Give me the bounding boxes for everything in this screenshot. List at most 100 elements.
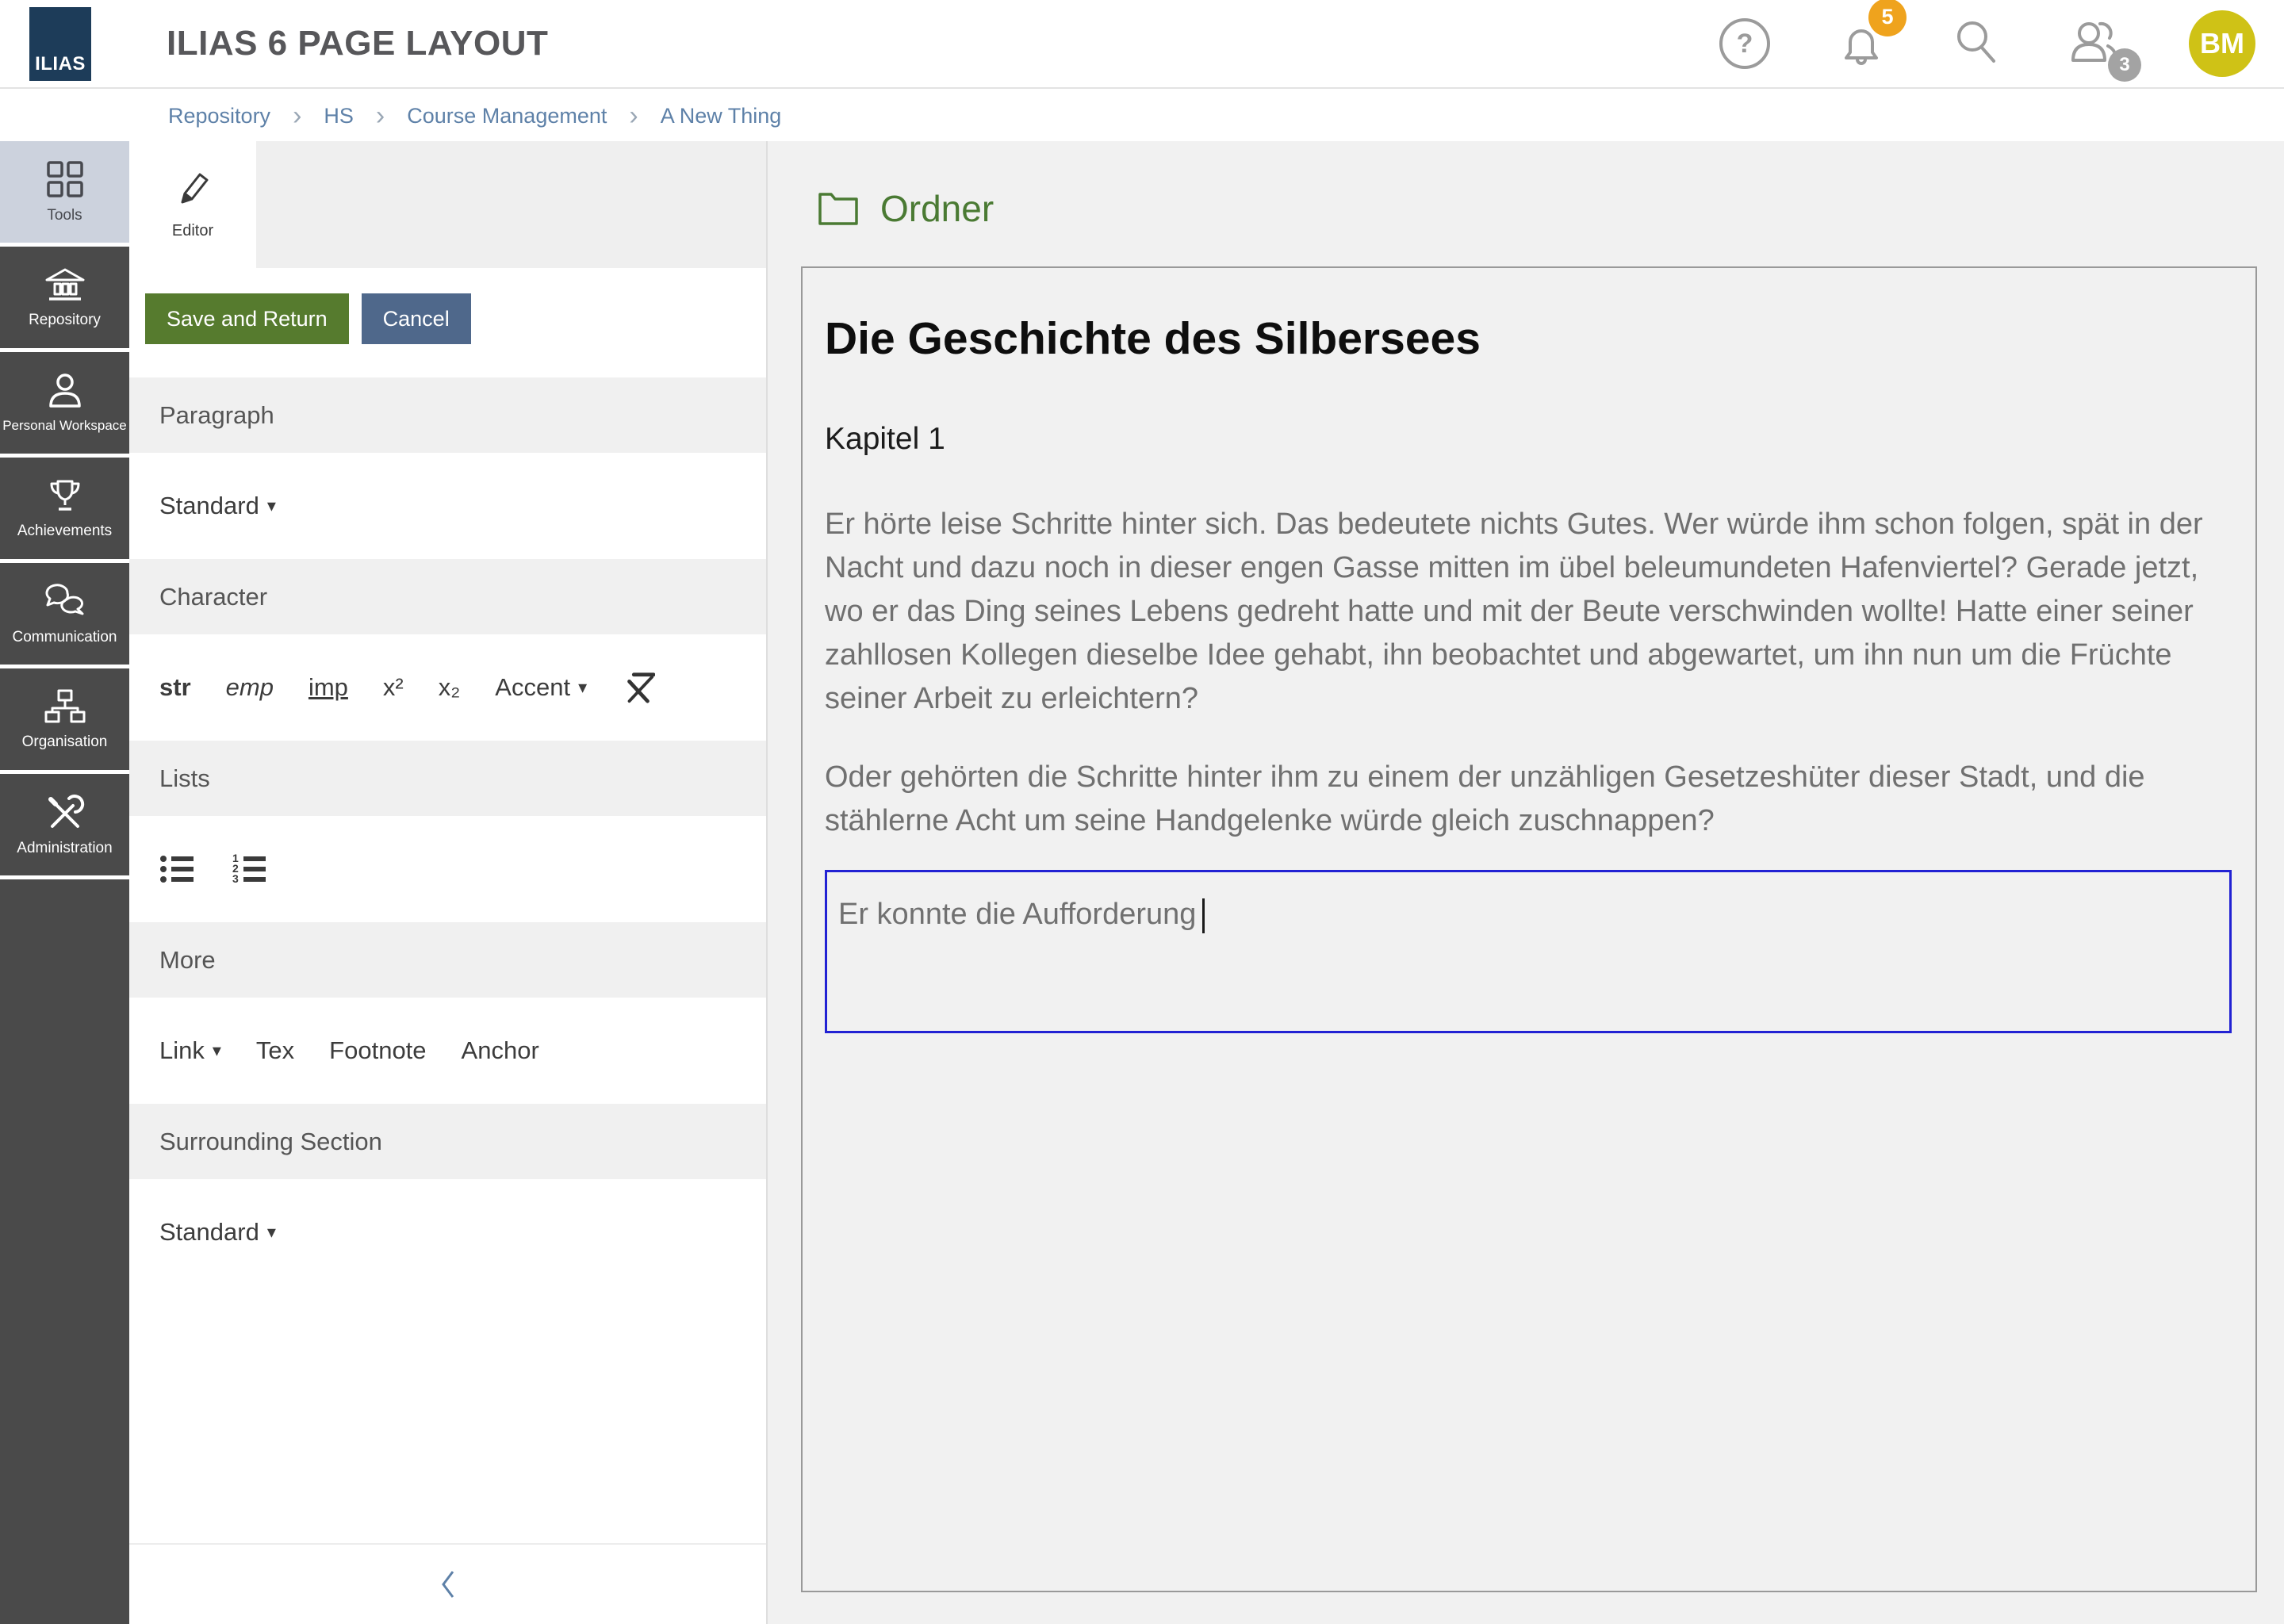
pencil-icon [174, 170, 211, 210]
paragraph-block-1[interactable]: Er hörte leise Schritte hinter sich. Das… [825, 503, 2232, 721]
crossed-tools-icon [44, 793, 86, 831]
chevron-right-icon: › [376, 102, 385, 129]
object-title: Ordner [880, 187, 994, 230]
help-icon: ? [1719, 18, 1770, 69]
collapse-panel-button[interactable] [129, 1543, 766, 1624]
chevron-left-icon [437, 1567, 459, 1602]
page-content-box: Die Geschichte des Silbersees Kapitel 1 … [801, 266, 2257, 1592]
chevron-down-icon: ▾ [578, 677, 587, 698]
contacts-badge: 3 [2108, 48, 2141, 82]
breadcrumb-repository[interactable]: Repository [168, 104, 270, 128]
avatar[interactable]: BM [2189, 10, 2255, 77]
anchor-button[interactable]: Anchor [462, 1036, 539, 1065]
search-icon [1953, 18, 2000, 70]
sidebar-item-organisation[interactable]: Organisation [0, 668, 129, 774]
editing-text: Er konnte die Aufforderung [838, 898, 1196, 931]
superscript-button[interactable]: x² [383, 673, 404, 702]
sidebar-item-label: Achievements [17, 523, 112, 540]
link-dropdown[interactable]: Link ▾ [159, 1036, 221, 1065]
contacts-button[interactable]: 3 [2067, 17, 2122, 71]
main-sidebar: Tools Repository [0, 141, 129, 1624]
section-character-header: Character [129, 559, 766, 634]
sidebar-item-label: Administration [17, 840, 112, 857]
strong-button[interactable]: str [159, 673, 191, 702]
help-button[interactable]: ? [1719, 18, 1770, 69]
active-edit-area[interactable]: Er konnte die Aufforderung [825, 870, 2232, 1033]
chevron-down-icon: ▾ [267, 496, 276, 516]
sidebar-item-label: Repository [29, 312, 101, 329]
subscript-button[interactable]: x₂ [439, 673, 461, 702]
editor-tab-bar: Editor [129, 141, 766, 268]
grid-icon [46, 160, 84, 198]
surrounding-style-dropdown[interactable]: Standard ▾ [159, 1218, 276, 1247]
important-button[interactable]: imp [308, 673, 348, 702]
top-bar: ILIAS ILIAS 6 PAGE LAYOUT ? 5 [0, 0, 2284, 89]
chevron-down-icon: ▾ [213, 1040, 221, 1061]
accent-dropdown[interactable]: Accent ▾ [495, 673, 587, 702]
person-icon [44, 373, 86, 409]
emphasis-button[interactable]: emp [226, 673, 274, 702]
tab-editor-label: Editor [172, 222, 213, 240]
numbered-list-button[interactable]: 1 2 3 [232, 852, 272, 886]
section-more-body: Link ▾ Tex Footnote Anchor [129, 998, 766, 1104]
search-button[interactable] [1953, 18, 2000, 70]
object-title-row: Ordner [817, 187, 2284, 230]
sidebar-item-label: Tools [47, 207, 82, 224]
sidebar-item-administration[interactable]: Administration [0, 774, 129, 879]
notification-badge: 5 [1868, 0, 1907, 36]
save-and-return-button[interactable]: Save and Return [145, 293, 349, 344]
breadcrumb: Repository › HS › Course Management › A … [0, 90, 2284, 141]
link-label: Link [159, 1036, 205, 1065]
cancel-button[interactable]: Cancel [362, 293, 471, 344]
section-lists-body: 1 2 3 [129, 816, 766, 922]
ilias-app: ILIAS ILIAS 6 PAGE LAYOUT ? 5 [0, 0, 2284, 1624]
page-heading: Die Geschichte des Silbersees [825, 312, 2232, 365]
ilias-logo: ILIAS [29, 7, 91, 81]
bullet-list-button[interactable] [159, 852, 197, 886]
sidebar-item-label: Organisation [22, 733, 108, 751]
trophy-icon [44, 477, 86, 514]
sidebar-filler [0, 879, 129, 1624]
breadcrumb-a-new-thing[interactable]: A New Thing [661, 104, 782, 128]
editor-actions: Save and Return Cancel [145, 293, 766, 344]
numbered-list-icon: 1 2 3 [232, 852, 272, 886]
tab-editor[interactable]: Editor [129, 141, 256, 268]
notifications-button[interactable]: 5 [1837, 17, 1886, 71]
section-character-body: str emp imp x² x₂ Accent ▾ [129, 634, 766, 741]
breadcrumb-course-management[interactable]: Course Management [407, 104, 607, 128]
paragraph-style-value: Standard [159, 492, 259, 520]
bullet-list-icon [159, 852, 197, 886]
section-surrounding-header: Surrounding Section [129, 1104, 766, 1179]
page-title: ILIAS 6 PAGE LAYOUT [167, 24, 548, 63]
paragraph-block-2[interactable]: Oder gehörten die Schritte hinter ihm zu… [825, 756, 2232, 843]
paragraph-style-dropdown[interactable]: Standard ▾ [159, 492, 276, 520]
accent-label: Accent [495, 673, 570, 702]
workspace: Ordner Die Geschichte des Silbersees Kap… [768, 141, 2284, 1624]
section-paragraph-body: Standard ▾ [129, 453, 766, 559]
breadcrumb-hs[interactable]: HS [324, 104, 354, 128]
sidebar-item-tools[interactable]: Tools [0, 141, 129, 247]
sidebar-item-personal-workspace[interactable]: Personal Workspace [0, 352, 129, 458]
sidebar-item-repository[interactable]: Repository [0, 247, 129, 352]
clear-format-button[interactable] [622, 671, 655, 704]
svg-text:3: 3 [232, 872, 239, 885]
footnote-button[interactable]: Footnote [329, 1036, 426, 1065]
top-icon-group: ? 5 [1719, 10, 2255, 77]
tex-button[interactable]: Tex [256, 1036, 294, 1065]
chevron-right-icon: › [293, 102, 301, 129]
org-chart-icon [43, 688, 87, 725]
text-cursor [1202, 898, 1205, 933]
clear-format-icon [622, 671, 655, 704]
editor-slate: Editor Save and Return Cancel Paragraph … [129, 141, 768, 1624]
content-area: Tools Repository [0, 141, 2284, 1624]
bank-icon [43, 266, 87, 303]
sidebar-item-achievements[interactable]: Achievements [0, 458, 129, 563]
section-paragraph-header: Paragraph [129, 377, 766, 453]
surrounding-style-value: Standard [159, 1218, 259, 1247]
chat-bubbles-icon [43, 582, 87, 620]
folder-icon [817, 191, 860, 226]
section-surrounding-body: Standard ▾ [129, 1179, 766, 1285]
section-more-header: More [129, 922, 766, 998]
chapter-heading: Kapitel 1 [825, 422, 2232, 457]
sidebar-item-communication[interactable]: Communication [0, 563, 129, 668]
